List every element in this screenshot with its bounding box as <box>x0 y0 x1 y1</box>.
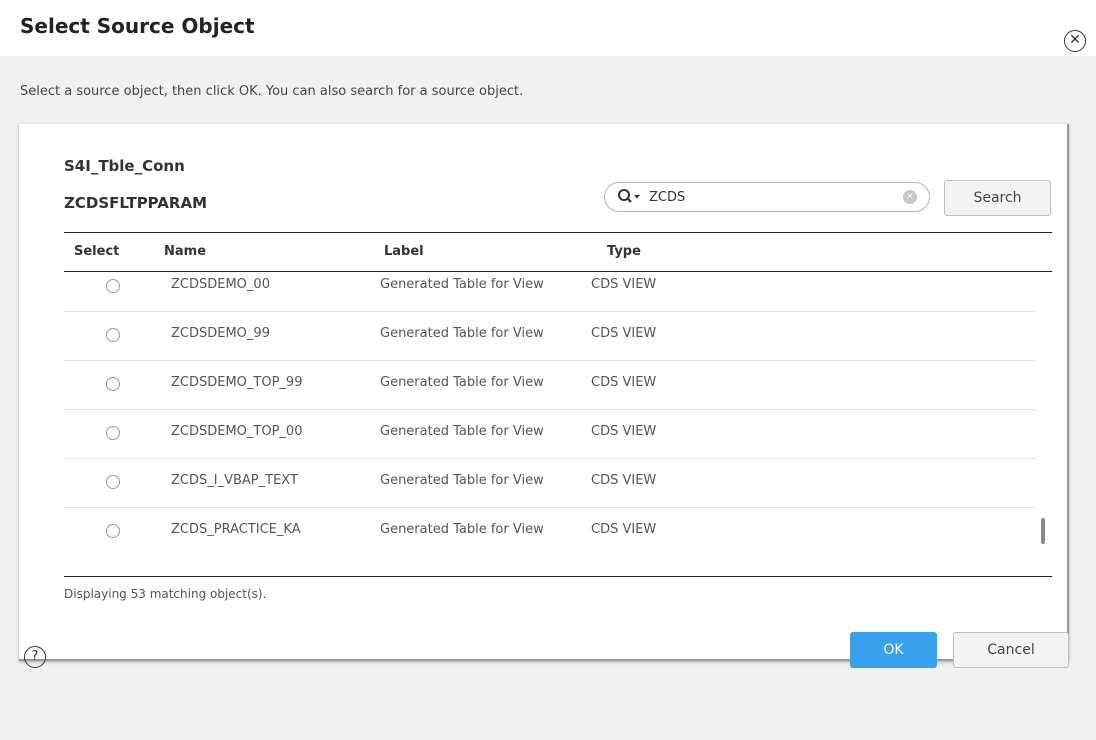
table-row[interactable]: ZCDSDEMO_00 Generated Table for View CDS… <box>64 272 1036 311</box>
column-header-select: Select <box>74 244 120 259</box>
row-label: Generated Table for View <box>380 424 544 439</box>
search-box: ✕ <box>604 182 930 212</box>
help-icon[interactable]: ? <box>24 646 46 668</box>
row-radio[interactable] <box>106 377 120 391</box>
table-row[interactable]: ZCDSDEMO_TOP_00 Generated Table for View… <box>64 409 1036 458</box>
row-label: Generated Table for View <box>380 473 544 488</box>
row-radio[interactable] <box>106 328 120 342</box>
column-header-name: Name <box>164 244 207 259</box>
row-type: CDS VIEW <box>591 326 657 341</box>
row-label: Generated Table for View <box>380 375 544 390</box>
close-icon[interactable]: ✕ <box>1064 30 1086 52</box>
scrollbar-thumb[interactable] <box>1041 518 1045 544</box>
row-name: ZCDS_PRACTICE_KA <box>171 522 301 537</box>
dialog-header: Select Source Object ✕ <box>0 0 1096 56</box>
table-row[interactable]: ZCDS_I_VBAP_TEXT Generated Table for Vie… <box>64 458 1036 507</box>
row-name: ZCDSDEMO_00 <box>171 277 270 292</box>
column-header-label: Label <box>384 244 424 259</box>
cancel-button[interactable]: Cancel <box>953 632 1069 668</box>
row-type: CDS VIEW <box>591 424 657 439</box>
match-count: Displaying 53 matching object(s). <box>64 587 267 601</box>
row-radio[interactable] <box>106 426 120 440</box>
row-label: Generated Table for View <box>380 277 544 292</box>
table-row[interactable]: ZCDSDEMO_99 Generated Table for View CDS… <box>64 311 1036 360</box>
connection-name: S4I_Tble_Conn <box>64 157 185 175</box>
search-input[interactable] <box>649 188 889 206</box>
row-name: ZCDS_I_VBAP_TEXT <box>171 473 298 488</box>
dialog-title: Select Source Object <box>20 14 255 38</box>
search-button[interactable]: Search <box>944 180 1051 216</box>
table-row[interactable]: ZCDSDEMO_TOP_99 Generated Table for View… <box>64 360 1036 409</box>
row-type: CDS VIEW <box>591 522 657 537</box>
instruction-text: Select a source object, then click OK. Y… <box>20 84 524 99</box>
table-row[interactable]: ZCDS_PRACTICE_KA Generated Table for Vie… <box>64 507 1036 556</box>
table-body[interactable]: ZCDSDEMO_00 Generated Table for View CDS… <box>64 272 1052 576</box>
source-object-panel: S4I_Tble_Conn ZCDSFLTPPARAM ✕ Search Sel… <box>19 124 1069 661</box>
row-radio[interactable] <box>106 524 120 538</box>
row-name: ZCDSDEMO_TOP_99 <box>171 375 303 390</box>
clear-icon[interactable]: ✕ <box>903 190 917 204</box>
row-name: ZCDSDEMO_TOP_00 <box>171 424 303 439</box>
table-header: Select Name Label Type <box>64 232 1052 272</box>
row-label: Generated Table for View <box>380 522 544 537</box>
ok-button[interactable]: OK <box>850 632 937 668</box>
row-type: CDS VIEW <box>591 473 657 488</box>
row-type: CDS VIEW <box>591 375 657 390</box>
row-name: ZCDSDEMO_99 <box>171 326 270 341</box>
row-radio[interactable] <box>106 475 120 489</box>
row-radio[interactable] <box>106 279 120 293</box>
row-type: CDS VIEW <box>591 277 657 292</box>
row-label: Generated Table for View <box>380 326 544 341</box>
search-icon[interactable] <box>617 188 645 206</box>
table-divider <box>64 576 1052 577</box>
column-header-type: Type <box>607 244 641 259</box>
selected-object-name: ZCDSFLTPPARAM <box>64 194 207 212</box>
